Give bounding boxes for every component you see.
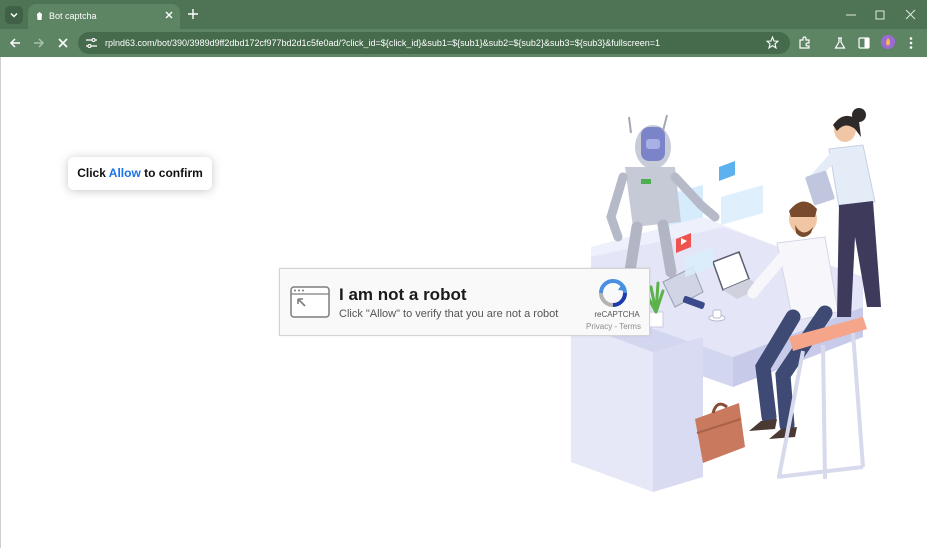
close-icon[interactable] [164, 10, 174, 20]
page-content: Click Allow to confirm I am not a robot … [0, 57, 927, 548]
captcha-subtext: Click "Allow" to verify that you are not… [339, 308, 559, 320]
tab-bot-captcha[interactable]: Bot captcha [28, 4, 180, 29]
side-panel-icon[interactable] [857, 36, 871, 50]
privacy-terms-links[interactable]: Privacy - Terms [586, 322, 648, 332]
tooltip-allow-word: Allow [108, 166, 141, 180]
star-icon[interactable] [766, 36, 779, 49]
new-tab-icon[interactable] [187, 8, 199, 20]
tooltip-prefix: Click [77, 166, 106, 180]
allow-instruction-tooltip: Click Allow to confirm [68, 157, 212, 190]
extensions-icon[interactable] [798, 36, 812, 50]
stop-icon[interactable] [56, 36, 70, 50]
tooltip-suffix: to confirm [144, 166, 203, 180]
tab-title: Bot captcha [49, 11, 97, 21]
maximize-icon[interactable] [874, 9, 886, 21]
labs-icon[interactable] [833, 36, 847, 50]
window-close-icon[interactable] [904, 8, 917, 21]
captcha-heading: I am not a robot [339, 285, 467, 304]
tab-strip: Bot captcha [0, 0, 927, 29]
profile-avatar[interactable] [881, 35, 895, 49]
back-icon[interactable] [8, 36, 22, 50]
menu-icon[interactable] [907, 36, 915, 50]
recaptcha-logo-icon [599, 279, 627, 307]
site-info-icon[interactable] [85, 37, 98, 49]
recaptcha-brand: reCAPTCHA [594, 310, 640, 319]
toolbar: rplnd63.com/bot/390/3989d9ff2dbd172cf977… [0, 29, 927, 57]
favicon [37, 12, 42, 20]
captcha-box[interactable]: I am not a robot Click "Allow" to verify… [279, 268, 650, 336]
forward-icon[interactable] [32, 36, 46, 50]
tab-search-icon[interactable] [5, 6, 23, 24]
url-text[interactable]: rplnd63.com/bot/390/3989d9ff2dbd172cf977… [105, 37, 660, 49]
address-bar[interactable]: rplnd63.com/bot/390/3989d9ff2dbd172cf977… [78, 32, 790, 54]
minimize-icon[interactable] [845, 9, 857, 21]
browser-window-icon [290, 286, 330, 318]
